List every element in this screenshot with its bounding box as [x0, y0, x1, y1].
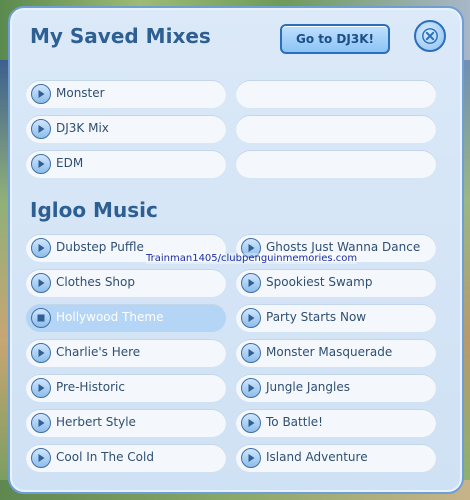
igloo-track-slot[interactable]: Island Adventure — [236, 444, 436, 472]
igloo-track-slot[interactable]: Party Starts Now — [236, 304, 436, 332]
empty-mix-slot — [236, 150, 436, 178]
igloo-track-slot[interactable]: Clothes Shop — [26, 269, 226, 297]
watermark-text: Trainman1405/clubpenguinmemories.com — [146, 253, 358, 264]
play-icon[interactable] — [241, 343, 261, 363]
track-label: Party Starts Now — [266, 310, 367, 324]
saved-mix-label: DJ3K Mix — [56, 121, 109, 135]
saved-mix-slot[interactable]: DJ3K Mix — [26, 115, 226, 143]
close-button[interactable] — [414, 20, 446, 52]
track-label: Herbert Style — [56, 415, 136, 429]
saved-mix-label: EDM — [56, 156, 84, 170]
igloo-track-slot[interactable]: Monster Masquerade — [236, 339, 436, 367]
play-icon[interactable] — [31, 378, 51, 398]
empty-mix-slot — [236, 80, 436, 108]
igloo-track-slot[interactable]: Spookiest Swamp — [236, 269, 436, 297]
play-icon[interactable] — [241, 448, 261, 468]
igloo-track-slot[interactable]: Cool In The Cold — [26, 444, 226, 472]
igloo-track-slot[interactable]: Pre-Historic — [26, 374, 226, 402]
play-icon[interactable] — [31, 343, 51, 363]
play-icon[interactable] — [31, 273, 51, 293]
track-label: Dubstep Puffle — [56, 240, 144, 254]
play-icon[interactable] — [241, 273, 261, 293]
igloo-track-slot[interactable]: To Battle! — [236, 409, 436, 437]
saved-mix-label: Monster — [56, 86, 105, 100]
play-icon[interactable] — [241, 308, 261, 328]
track-label: Island Adventure — [266, 450, 368, 464]
play-icon[interactable] — [241, 413, 261, 433]
play-icon[interactable] — [241, 378, 261, 398]
go-to-dj3k-button[interactable]: Go to DJ3K! — [280, 24, 390, 54]
music-panel: My Saved Mixes Go to DJ3K! Monster DJ3K … — [8, 6, 464, 494]
track-label: Ghosts Just Wanna Dance — [266, 240, 421, 254]
track-label: Pre-Historic — [56, 380, 125, 394]
igloo-track-slot[interactable]: Herbert Style — [26, 409, 226, 437]
igloo-music-title: Igloo Music — [30, 198, 158, 222]
igloo-track-slot-playing[interactable]: Hollywood Theme — [26, 304, 226, 332]
play-icon[interactable] — [31, 238, 51, 258]
track-label: Hollywood Theme — [56, 310, 164, 324]
track-label: Clothes Shop — [56, 275, 135, 289]
close-icon — [422, 28, 438, 44]
igloo-track-slot[interactable]: Charlie's Here — [26, 339, 226, 367]
play-icon[interactable] — [31, 84, 51, 104]
saved-mixes-title: My Saved Mixes — [30, 24, 211, 48]
track-label: Monster Masquerade — [266, 345, 393, 359]
saved-mix-slot[interactable]: Monster — [26, 80, 226, 108]
play-icon[interactable] — [31, 448, 51, 468]
igloo-track-slot[interactable]: Jungle Jangles — [236, 374, 436, 402]
track-label: Cool In The Cold — [56, 450, 154, 464]
stop-icon[interactable] — [31, 308, 51, 328]
play-icon[interactable] — [31, 154, 51, 174]
play-icon[interactable] — [31, 119, 51, 139]
track-label: Spookiest Swamp — [266, 275, 373, 289]
track-label: To Battle! — [266, 415, 323, 429]
saved-mix-slot[interactable]: EDM — [26, 150, 226, 178]
play-icon[interactable] — [31, 413, 51, 433]
empty-mix-slot — [236, 115, 436, 143]
track-label: Jungle Jangles — [266, 380, 350, 394]
track-label: Charlie's Here — [56, 345, 141, 359]
